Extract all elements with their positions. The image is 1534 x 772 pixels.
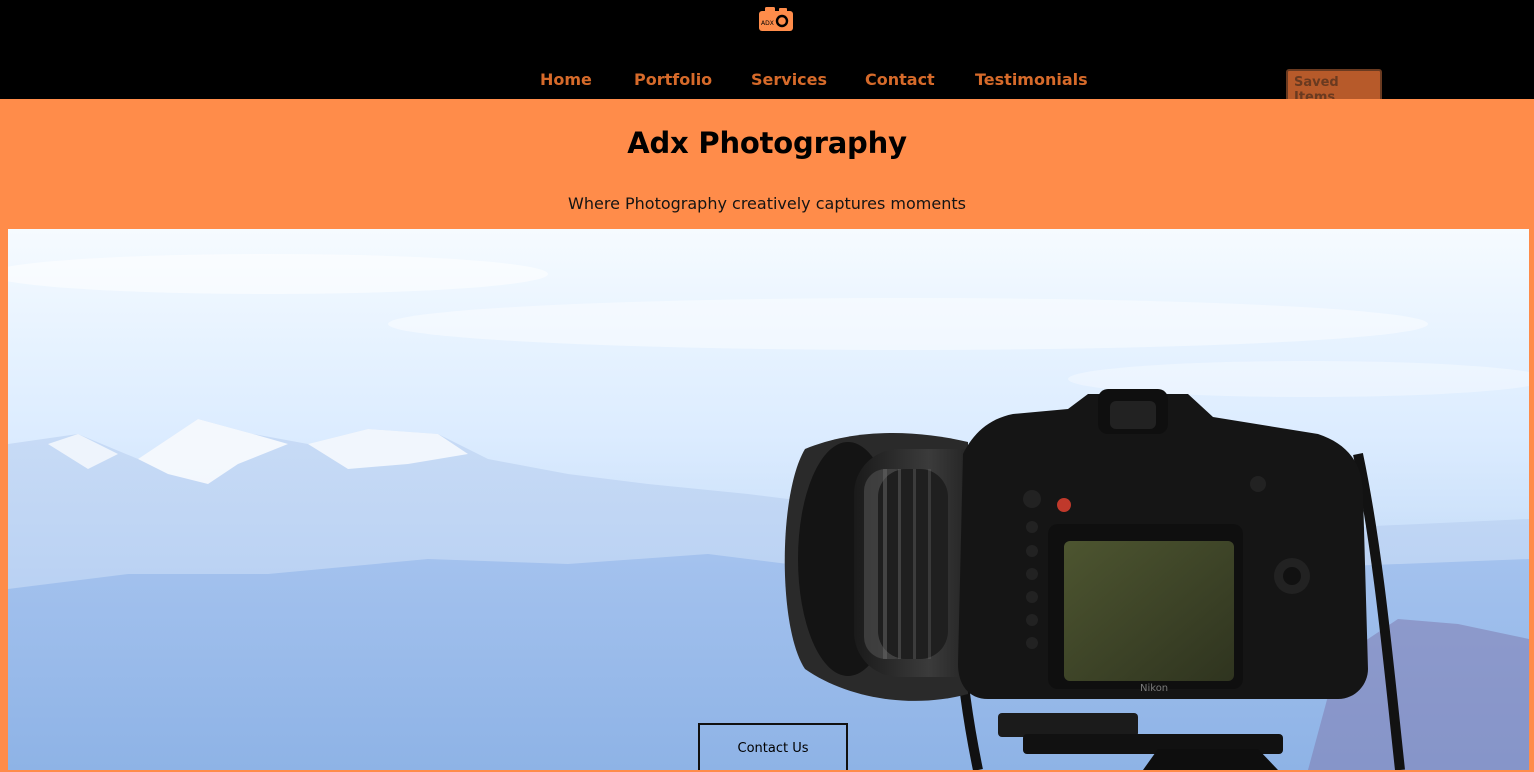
nav-services-link[interactable]: Services — [751, 70, 827, 89]
hero-image: Nikon — [8, 229, 1529, 770]
nav-home-link[interactable]: Home — [540, 70, 592, 89]
camera-landscape-illustration: Nikon — [8, 254, 1529, 770]
contact-us-button[interactable]: Contact Us — [698, 723, 848, 770]
focus-ring — [878, 469, 948, 659]
nav-portfolio-link[interactable]: Portfolio — [634, 70, 712, 89]
page-title: Adx Photography — [627, 126, 907, 160]
logo-text: ADX — [761, 20, 774, 27]
camera-brand: Nikon — [1140, 683, 1168, 694]
camera-logo-icon[interactable]: ADX — [757, 5, 795, 33]
nav-contact-link[interactable]: Contact — [865, 70, 935, 89]
top-navigation-bar: ADX Home Portfolio Services Contact Test… — [0, 0, 1534, 105]
nav-testimonials-link[interactable]: Testimonials — [975, 70, 1088, 89]
page-subtitle: Where Photography creatively captures mo… — [568, 194, 966, 213]
